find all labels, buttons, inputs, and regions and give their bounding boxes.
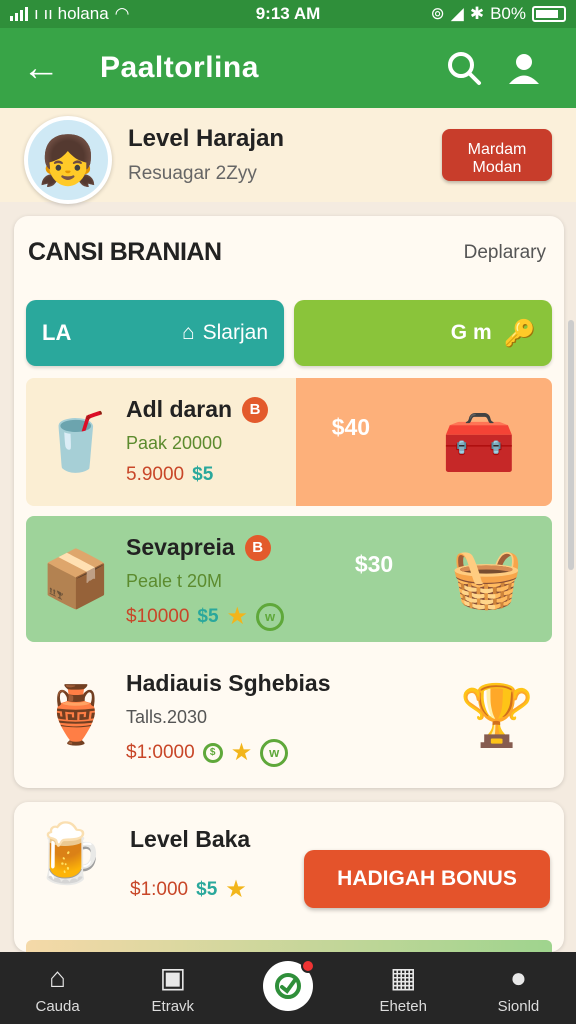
item-money: $30: [354, 550, 394, 577]
scan-icon: ▣: [159, 962, 187, 993]
nav-search[interactable]: ▣ Etravk: [115, 952, 230, 1024]
bottom-nav: ⌂ Cauda ▣ Etravk ▦ Eheteh ● Sionld: [0, 952, 576, 1024]
section-link[interactable]: Deplarary: [464, 242, 546, 264]
tab-left-icon-label: LA: [42, 320, 72, 345]
clock: 9:13 AM: [255, 4, 321, 23]
user-icon: ●: [509, 961, 527, 993]
coin-icon: $: [202, 742, 223, 763]
list-item[interactable]: 📦 Sevapreia B Peale t 20M $10000 $5 ★ w $30 …: [26, 516, 552, 642]
bonus-button[interactable]: HADIGAH BONUS: [304, 850, 550, 908]
profile-button-line1: Mardam: [467, 141, 527, 158]
notification-dot: [301, 959, 315, 973]
star-icon: ★: [230, 739, 253, 766]
bonus-cup-icon: 🍺: [32, 821, 105, 886]
item-price-suffix: $5: [192, 464, 214, 485]
item-name: Adl daran: [126, 396, 233, 422]
fruit-basket-icon: 🧺: [450, 546, 524, 611]
page-title: Paaltorlina: [100, 51, 259, 84]
item-name: Sevapreia: [126, 534, 235, 560]
item-price: $1:0000: [126, 741, 195, 763]
item-price-suffix: $5: [197, 605, 219, 627]
nav-label: Sionld: [497, 997, 540, 1015]
bonus-price-suffix: $5: [196, 878, 218, 900]
nav-chart[interactable]: ▦ Eheteh: [346, 952, 461, 1024]
item-subtitle: Paak 20000: [126, 433, 223, 453]
tab-right-label: G m: [450, 321, 492, 344]
scrollbar[interactable]: [568, 320, 574, 570]
back-arrow-icon[interactable]: ←: [22, 47, 82, 90]
item-subtitle: Peale t 20M: [126, 571, 223, 591]
item-price: 5.9000: [126, 464, 185, 485]
nav-label: Cauda: [35, 997, 80, 1015]
leaf-icon: w: [256, 602, 285, 631]
shop-icon: ⌂: [181, 321, 195, 344]
wifi-icon: ◠: [114, 4, 130, 23]
key-icon: 🔑: [503, 317, 536, 348]
star-icon: ★: [225, 876, 247, 903]
offers-card: CANSI BRANIAN Deplarary LA ⌂ Slarjan G m…: [14, 216, 564, 788]
profile-subtitle: Resuagar 2Zyy: [128, 163, 257, 184]
item-badge: B: [244, 534, 271, 561]
center-action-icon: [263, 959, 315, 1011]
chart-icon: ▦: [389, 962, 417, 993]
alarm-icon: ⊚: [430, 4, 445, 23]
trophy-icon: 🏆: [459, 681, 535, 749]
bonus-card: 🍺 Level Baka $1:000 $5 ★ HADIGAH BONUS: [14, 802, 564, 952]
category-tabs: LA ⌂ Slarjan G m 🔑: [26, 300, 552, 366]
treasure-chest-icon: 🧰: [441, 408, 517, 476]
star-icon: ★: [226, 603, 249, 630]
carrier-label: ı ıı holana: [34, 4, 109, 23]
nav-label: Eheteh: [379, 998, 427, 1015]
profile-name: Level Harajan: [128, 125, 285, 152]
app-bar: ← Paaltorlina: [0, 28, 576, 108]
profile-icon[interactable]: [494, 51, 554, 85]
item-subtitle: Talls.2030: [126, 707, 208, 727]
profile-action-button[interactable]: Mardam Modan: [442, 129, 552, 181]
status-bar: ı ıı holana ◠ 9:13 AM ⊚ ◢ ✱ B0%: [0, 0, 576, 28]
home-icon: ⌂: [49, 961, 67, 993]
battery-percent: B0%: [490, 4, 526, 23]
search-icon[interactable]: [434, 50, 494, 86]
battery-icon: [532, 6, 566, 22]
list-item[interactable]: 🥤 Adl daran B Paak 20000 5.9000 $5 $40 🧰: [26, 378, 552, 506]
bonus-name: Level Baka: [130, 826, 251, 852]
profile-button-line2: Modan: [472, 159, 522, 176]
avatar[interactable]: 👧: [24, 116, 112, 204]
item-badge: B: [242, 396, 269, 423]
profile-header: 👧 Level Harajan Resuagar 2Zyy Mardam Mod…: [0, 108, 576, 204]
item-money: $40: [331, 413, 371, 440]
list-item[interactable]: 🏺 Hadiauis Sghebias Talls.2030 $1:0000 $ ★…: [26, 652, 552, 778]
tab-slarjan[interactable]: LA ⌂ Slarjan: [26, 300, 284, 366]
item-price: $10000: [126, 605, 190, 627]
jar-icon: 🏺: [41, 683, 111, 746]
nav-label: Etravk: [151, 998, 195, 1015]
section-title: CANSI BRANIAN: [28, 238, 222, 266]
signal-icon: [10, 7, 28, 21]
tab-left-label: Slarjan: [202, 321, 268, 344]
item-name: Hadiauis Sghebias: [126, 670, 331, 696]
cup-icon: 🥤: [41, 410, 111, 473]
crate-icon: 📦: [41, 547, 111, 610]
tab-gm[interactable]: G m 🔑: [294, 300, 552, 366]
nav-profile[interactable]: ● Sionld: [461, 952, 576, 1024]
leaf-icon: w: [260, 738, 289, 767]
network-icon: ◢: [450, 4, 464, 23]
nav-home[interactable]: ⌂ Cauda: [0, 952, 115, 1024]
nav-center[interactable]: [230, 952, 345, 1024]
bonus-price: $1:000: [130, 878, 189, 900]
bluetooth-icon: ✱: [469, 4, 485, 23]
